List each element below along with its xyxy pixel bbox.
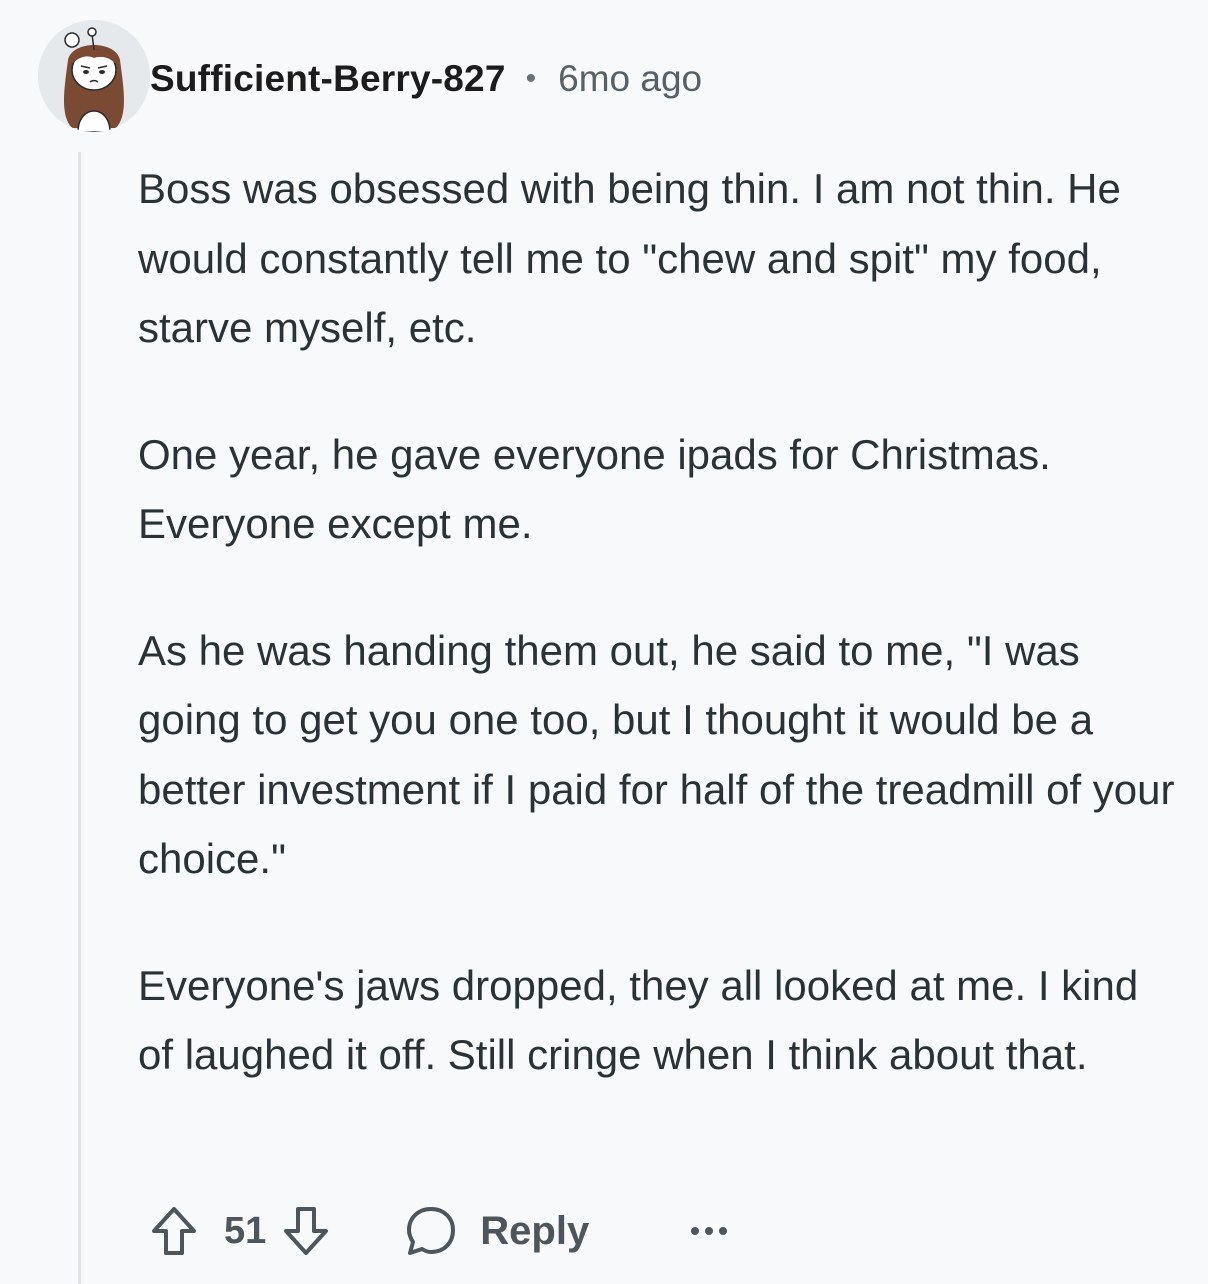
comment-paragraph: Boss was obsessed with being thin. I am … xyxy=(138,165,1121,351)
timestamp[interactable]: 6mo ago xyxy=(558,58,702,100)
comment-paragraph: As he was handing them out, he said to m… xyxy=(138,626,1175,883)
comment-paragraph: One year, he gave everyone ipads for Chr… xyxy=(138,430,1051,548)
username-link[interactable]: Sufficient-Berry-827 xyxy=(150,58,506,100)
comment-meta: Sufficient-Berry-827 • 6mo ago xyxy=(150,52,702,106)
speech-bubble-icon xyxy=(407,1207,456,1255)
downvote-button[interactable] xyxy=(282,1205,330,1257)
comment-action-bar: 51 Reply xyxy=(150,1200,729,1262)
more-options-button[interactable] xyxy=(689,1225,729,1237)
vote-score: 51 xyxy=(224,1209,267,1252)
avatar-image xyxy=(38,20,150,132)
meta-separator: • xyxy=(525,62,537,95)
comment-body: Boss was obsessed with being thin. I am … xyxy=(138,154,1178,1090)
arrow-up-icon xyxy=(152,1207,196,1255)
ellipsis-icon xyxy=(691,1227,728,1235)
comment-paragraph: Everyone's jaws dropped, they all looked… xyxy=(138,961,1139,1079)
thread-collapse-line[interactable] xyxy=(78,152,81,1284)
upvote-button[interactable] xyxy=(150,1205,198,1257)
reply-button[interactable]: Reply xyxy=(404,1204,589,1258)
reply-label: Reply xyxy=(480,1208,590,1253)
avatar[interactable] xyxy=(38,20,150,132)
arrow-down-icon xyxy=(284,1207,329,1255)
